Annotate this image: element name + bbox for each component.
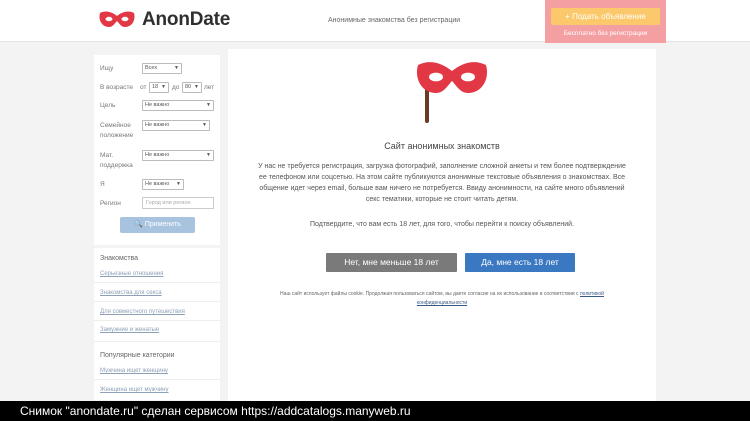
desc-line: общение идет через email, больше вам нич… [259, 185, 625, 192]
family-select[interactable]: Не важно ▼ [142, 120, 210, 131]
support-label-2: поддержка [100, 162, 133, 169]
age-confirm-text: Подтвердите, что вам есть 18 лет, для то… [309, 221, 574, 228]
divider [94, 282, 220, 283]
site-description: У нас не требуется регистрация, загрузка… [252, 161, 632, 205]
mask-icon [99, 11, 135, 27]
age-to-select[interactable]: 80 ▼ [182, 82, 202, 93]
site-logo[interactable]: AnonDate [98, 9, 230, 31]
looking-value: Всех [145, 65, 158, 71]
popular-section-title: Популярные категории [100, 352, 175, 359]
over-18-button[interactable]: Да, мне есть 18 лет [465, 253, 575, 272]
support-label: Мат. [100, 152, 114, 159]
age-from-select[interactable]: 18 ▼ [149, 82, 169, 93]
chevron-down-icon: ▼ [206, 152, 211, 158]
chevron-down-icon: ▼ [174, 65, 179, 71]
chevron-down-icon: ▼ [161, 84, 166, 90]
goal-select[interactable]: Не важно ▼ [142, 100, 214, 111]
region-input[interactable]: Город или регион [142, 197, 214, 209]
chevron-down-icon: ▼ [194, 84, 199, 90]
sidebar-link-woman-seeks-man[interactable]: Женщина ищет мужчину [100, 387, 169, 393]
goal-label: Цель [100, 102, 116, 109]
age-unit-label: лет [204, 84, 215, 91]
support-value: Не важно [145, 152, 170, 158]
cookie-text: Наш сайт использует файлы cookie. Продол… [280, 291, 579, 297]
dating-section-title: Знакомства [100, 255, 139, 262]
support-select[interactable]: Не важно ▼ [142, 150, 214, 161]
privacy-policy-link-2[interactable]: конфиденциальности [417, 300, 467, 306]
family-value: Не важно [145, 122, 170, 128]
divider [94, 379, 220, 380]
mask-icon [416, 62, 488, 93]
apply-filter-button[interactable]: 🔍 Применить [120, 217, 195, 233]
divider [94, 320, 220, 321]
chevron-down-icon: ▼ [176, 181, 181, 187]
family-label-2: положение [100, 132, 134, 139]
age-gate-panel: Сайт анонимных знакомств У нас не требуе… [228, 49, 656, 401]
i-label: Я [100, 181, 105, 188]
sidebar-link-married[interactable]: Замужние и женатые [100, 327, 159, 333]
age-from-label: от [140, 84, 147, 91]
chevron-down-icon: ▼ [206, 102, 211, 108]
family-label: Семейное [100, 122, 131, 129]
divider [94, 341, 220, 342]
cookie-notice: Наш сайт использует файлы cookie. Продол… [258, 290, 626, 308]
region-label: Регион [100, 200, 121, 207]
under-18-button[interactable]: Нет, мне меньше 18 лет [326, 253, 457, 272]
looking-select[interactable]: Всех ▼ [142, 63, 182, 74]
sidebar-link-serious[interactable]: Серьезные отношения [100, 271, 163, 277]
age-label: В возрасте [100, 84, 134, 91]
desc-line: У нас не требуется регистрация, загрузка… [258, 163, 626, 170]
capture-caption: Снимок "anondate.ru" сделан сервисом htt… [0, 401, 750, 421]
sidebar-link-travel[interactable]: Для совместного путешествия [100, 309, 185, 315]
desc-line: секс тематики, которые не стоит читать д… [365, 196, 519, 203]
page-title: Сайт анонимных знакомств [384, 141, 500, 151]
apply-label: Применить [144, 221, 181, 228]
post-ad-button[interactable]: + Подать объявление [551, 8, 660, 25]
divider [94, 301, 220, 302]
i-select[interactable]: Не важно ▼ [142, 179, 184, 190]
age-to-value: 80 [185, 84, 192, 90]
age-to-label: до [172, 84, 180, 91]
privacy-policy-link[interactable]: политикой [580, 291, 604, 297]
post-ad-subtitle: Бесплатно без регистрации [563, 30, 648, 37]
age-from-value: 18 [152, 84, 159, 90]
sidebar-link-sex[interactable]: Знакомства для секса [100, 290, 162, 296]
desc-line: ее телефоном или соцсетью. На этом сайте… [258, 174, 626, 181]
site-header: AnonDate Анонимные знакомства без регист… [0, 0, 750, 43]
post-ad-panel: + Подать объявление Бесплатно без регист… [545, 0, 666, 43]
search-icon: 🔍 [134, 221, 143, 228]
chevron-down-icon: ▼ [202, 122, 207, 128]
search-filter-panel: Ищу Всех ▼ В возрасте от 18 ▼ до 80 ▼ лет Ц… [94, 55, 220, 245]
sidebar-categories: Знакомства Серьезные отношения Знакомств… [94, 248, 220, 400]
sidebar-link-man-seeks-woman[interactable]: Мужчина ищет женщину [100, 368, 168, 374]
site-tagline: Анонимные знакомства без регистрации [328, 17, 461, 24]
looking-label: Ищу [100, 65, 114, 72]
logo-text: AnonDate [142, 9, 231, 30]
i-value: Не важно [145, 181, 170, 187]
goal-value: Не важно [145, 102, 170, 108]
